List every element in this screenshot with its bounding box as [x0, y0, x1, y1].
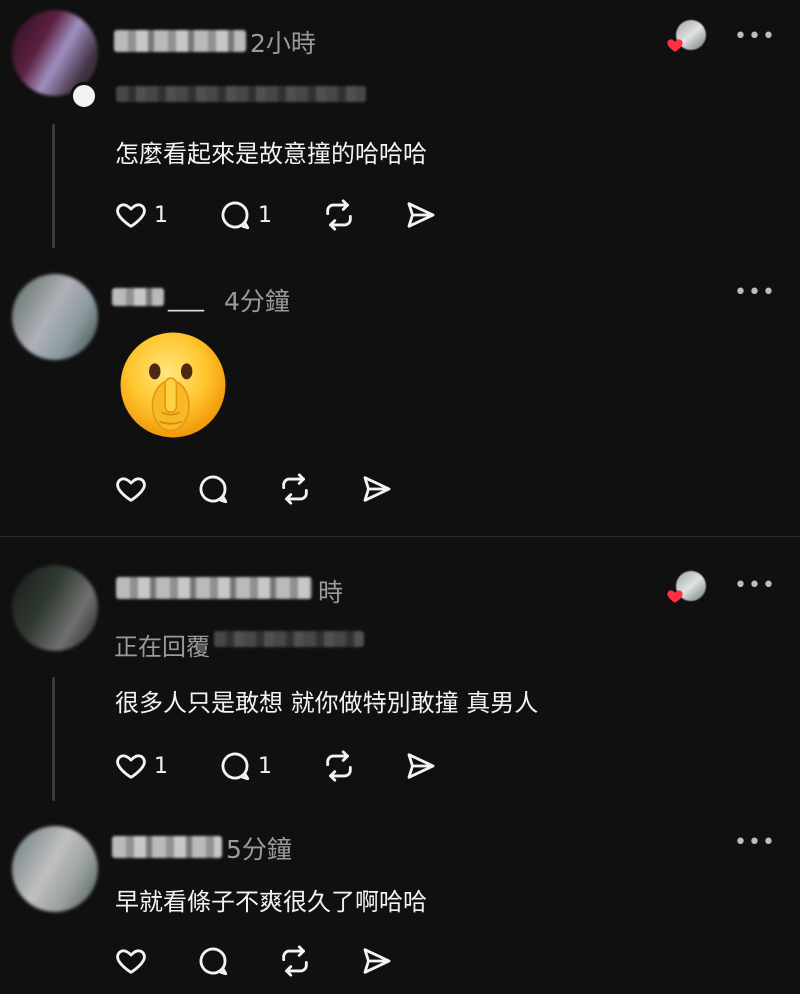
more-icon[interactable]: •••: [734, 24, 776, 49]
avatar[interactable]: [12, 826, 98, 912]
share-icon: [363, 476, 391, 502]
like-count: 1: [154, 753, 168, 779]
replying-to-label: 正在回覆: [114, 633, 210, 661]
reply-button[interactable]: [196, 472, 230, 506]
comment-text: 怎麼看起來是故意撞的哈哈哈: [115, 140, 427, 168]
action-bar: [114, 472, 414, 512]
more-icon[interactable]: •••: [734, 830, 776, 855]
shushing-face-emoji: [120, 332, 226, 438]
like-count: 1: [154, 202, 168, 228]
heart-badge-icon: [667, 39, 683, 52]
timestamp: 時: [318, 578, 344, 607]
verified-badge-icon: [70, 82, 98, 110]
repost-icon: [326, 750, 352, 782]
reply-context-redacted: [116, 86, 366, 102]
like-button[interactable]: [114, 472, 148, 506]
share-button[interactable]: [360, 944, 394, 978]
heart-icon: [116, 477, 146, 502]
username-redacted[interactable]: [112, 288, 164, 306]
timestamp: 5分鐘: [226, 835, 292, 864]
heart-icon: [116, 754, 146, 779]
share-button[interactable]: [404, 198, 438, 232]
more-icon[interactable]: •••: [734, 280, 776, 305]
heart-badge-icon: [667, 590, 683, 603]
timestamp: 4分鐘: [224, 287, 290, 316]
repost-icon: [282, 945, 308, 977]
avatar[interactable]: [12, 565, 98, 651]
username-redacted[interactable]: [116, 577, 312, 599]
heart-icon: [116, 949, 146, 974]
more-icon[interactable]: •••: [734, 573, 776, 598]
action-bar: [114, 944, 414, 984]
comment-1: 2小時 ••• 怎麼看起來是故意撞的哈哈哈 1 1: [0, 0, 800, 260]
share-button[interactable]: [404, 749, 438, 783]
repost-button[interactable]: [322, 198, 356, 232]
repost-icon: [282, 473, 308, 505]
action-bar: 1 1: [114, 749, 444, 789]
repost-button[interactable]: [322, 749, 356, 783]
username-suffix: ___: [168, 284, 204, 312]
thread-line: [52, 677, 55, 801]
timestamp: 2小時: [250, 29, 316, 58]
replying-to-user-redacted[interactable]: [214, 631, 364, 647]
repost-button[interactable]: [278, 944, 312, 978]
action-bar: 1 1: [114, 198, 444, 238]
username-redacted[interactable]: [112, 836, 222, 858]
share-icon: [407, 202, 435, 228]
comment-text: 很多人只是敢想 就你做特別敢撞 真男人: [115, 689, 539, 717]
comment-icon: [199, 475, 228, 504]
avatar[interactable]: [12, 274, 98, 360]
heart-icon: [116, 203, 146, 228]
reply-count: 1: [258, 753, 272, 779]
like-button[interactable]: 1: [114, 749, 168, 783]
reply-count: 1: [258, 202, 272, 228]
like-button[interactable]: 1: [114, 198, 168, 232]
comment-icon: [221, 201, 250, 230]
comment-3: 時 正在回覆 ••• 很多人只是敢想 就你做特別敢撞 真男人 1 1: [0, 537, 800, 814]
share-icon: [407, 753, 435, 779]
comment-text: 早就看條子不爽很久了啊哈哈: [115, 888, 427, 916]
like-button[interactable]: [114, 944, 148, 978]
comment-icon: [199, 947, 228, 976]
comment-icon: [221, 752, 250, 781]
share-button[interactable]: [360, 472, 394, 506]
reply-button[interactable]: [196, 944, 230, 978]
share-icon: [363, 948, 391, 974]
username-redacted[interactable]: [114, 30, 246, 52]
comment-4: 5分鐘 ••• 早就看條子不爽很久了啊哈哈: [0, 814, 800, 994]
reply-button[interactable]: 1: [218, 198, 272, 232]
thread-line: [52, 124, 55, 248]
reply-button[interactable]: 1: [218, 749, 272, 783]
repost-button[interactable]: [278, 472, 312, 506]
comment-2: ___ 4分鐘 •••: [0, 260, 800, 536]
repost-icon: [326, 199, 352, 231]
